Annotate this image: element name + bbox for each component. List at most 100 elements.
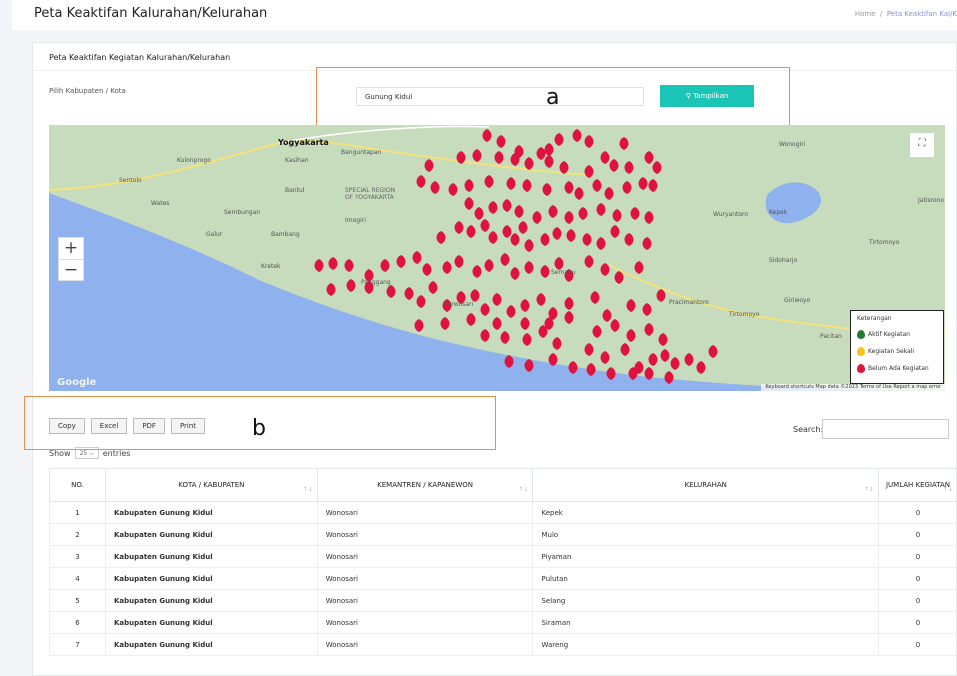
village-marker[interactable] [552,337,562,350]
column-header-kelurahan[interactable]: KELURAHAN ↑↓ [532,468,880,502]
column-header-jumlah[interactable]: JUMLAH KEGIATAN ↑↓ [878,468,957,502]
village-marker[interactable] [344,259,354,272]
village-marker[interactable] [328,257,338,270]
village-marker[interactable] [542,183,552,196]
village-marker[interactable] [474,207,484,220]
village-marker[interactable] [572,129,582,142]
village-marker[interactable] [496,135,506,148]
village-marker[interactable] [612,209,622,222]
village-marker[interactable] [510,233,520,246]
village-marker[interactable] [644,211,654,224]
village-marker[interactable] [648,353,658,366]
village-marker[interactable] [624,233,634,246]
village-marker[interactable] [619,137,629,150]
village-marker[interactable] [684,353,694,366]
village-marker[interactable] [404,287,414,300]
village-marker[interactable] [466,225,476,238]
village-marker[interactable] [610,225,620,238]
village-marker[interactable] [488,231,498,244]
column-header-kota[interactable]: KOTA / KABUPATEN ↑↓ [104,468,318,502]
search-input[interactable] [822,419,949,439]
village-marker[interactable] [708,345,718,358]
village-marker[interactable] [596,237,606,250]
village-marker[interactable] [536,147,546,160]
village-marker[interactable] [480,329,490,342]
village-marker[interactable] [500,253,510,266]
village-marker[interactable] [524,157,534,170]
village-marker[interactable] [578,207,588,220]
village-marker[interactable] [582,233,592,246]
village-marker[interactable] [644,323,654,336]
village-marker[interactable] [524,261,534,274]
village-marker[interactable] [502,199,512,212]
village-marker[interactable] [442,261,452,274]
village-marker[interactable] [552,227,562,240]
village-marker[interactable] [524,239,534,252]
village-marker[interactable] [670,357,680,370]
map[interactable]: Yogyakarta Kulonprogo Sentolo Wates Semb… [49,125,945,391]
village-marker[interactable] [464,179,474,192]
village-marker[interactable] [564,181,574,194]
village-marker[interactable] [480,303,490,316]
village-marker[interactable] [630,207,640,220]
village-marker[interactable] [494,151,504,164]
village-marker[interactable] [520,299,530,312]
village-marker[interactable] [536,293,546,306]
village-marker[interactable] [522,333,532,346]
village-marker[interactable] [642,303,652,316]
zoom-in-button[interactable]: + [59,238,83,260]
village-marker[interactable] [422,263,432,276]
breadcrumb-home[interactable]: Home [855,10,876,18]
village-marker[interactable] [520,317,530,330]
village-marker[interactable] [554,133,564,146]
village-marker[interactable] [532,211,542,224]
village-marker[interactable] [652,161,662,174]
village-marker[interactable] [424,159,434,172]
village-marker[interactable] [464,197,474,210]
village-marker[interactable] [412,251,422,264]
village-marker[interactable] [540,265,550,278]
village-marker[interactable] [610,319,620,332]
village-marker[interactable] [600,263,610,276]
village-marker[interactable] [564,311,574,324]
village-marker[interactable] [564,297,574,310]
village-marker[interactable] [596,203,606,216]
village-marker[interactable] [584,165,594,178]
village-marker[interactable] [638,177,648,190]
village-marker[interactable] [656,289,666,302]
village-marker[interactable] [522,179,532,192]
village-marker[interactable] [574,187,584,200]
village-marker[interactable] [634,261,644,274]
village-marker[interactable] [440,317,450,330]
village-marker[interactable] [518,221,528,234]
village-marker[interactable] [514,205,524,218]
village-marker[interactable] [566,229,576,242]
column-header-kemantren[interactable]: KEMANTREN / KAPANEWON ↑↓ [316,468,534,502]
village-marker[interactable] [620,343,630,356]
village-marker[interactable] [584,135,594,148]
village-marker[interactable] [326,283,336,296]
village-marker[interactable] [602,309,612,322]
column-header-no[interactable]: NO. [49,468,106,502]
village-marker[interactable] [600,151,610,164]
village-marker[interactable] [484,175,494,188]
village-marker[interactable] [448,183,458,196]
village-marker[interactable] [386,285,396,298]
village-marker[interactable] [502,225,512,238]
village-marker[interactable] [500,331,510,344]
village-marker[interactable] [396,255,406,268]
village-marker[interactable] [544,143,554,156]
village-marker[interactable] [472,265,482,278]
village-marker[interactable] [414,319,424,332]
village-marker[interactable] [658,333,668,346]
map-footer[interactable]: Keyboard shortcuts Map data ©2023 Terms … [761,384,945,391]
village-marker[interactable] [624,161,634,174]
village-marker[interactable] [482,129,492,142]
village-marker[interactable] [584,343,594,356]
village-marker[interactable] [484,259,494,272]
village-marker[interactable] [510,267,520,280]
village-marker[interactable] [564,211,574,224]
map-canvas[interactable] [49,125,945,391]
village-marker[interactable] [492,317,502,330]
village-marker[interactable] [642,237,652,250]
